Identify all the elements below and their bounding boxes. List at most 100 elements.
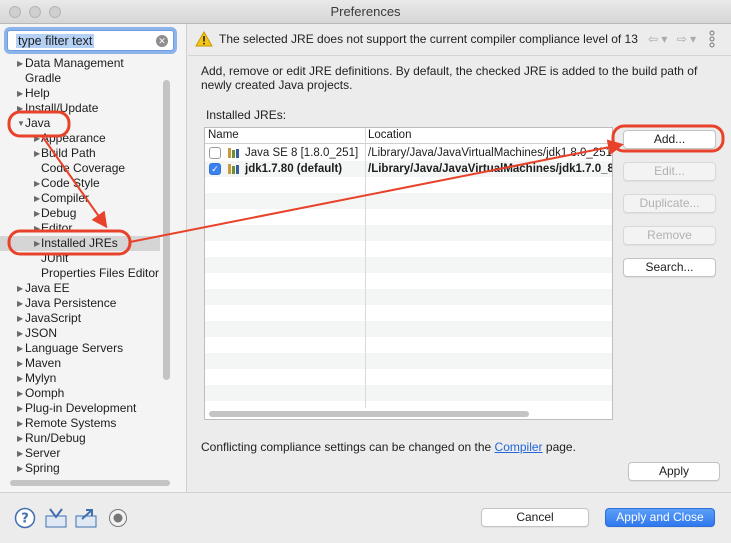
- search-jre-button[interactable]: Search...: [623, 258, 716, 277]
- add-jre-button[interactable]: Add...: [623, 130, 716, 149]
- tree-item[interactable]: ▶ Java Persistence: [0, 296, 160, 311]
- forward-arrow-icon[interactable]: ⇨ ▾: [677, 32, 696, 46]
- tree-item-label: Language Servers: [25, 341, 124, 355]
- tree-item-label: JSON: [25, 326, 58, 340]
- jre-name: Java SE 8 [1.8.0_251]: [245, 147, 359, 159]
- tree-item-label: Gradle: [25, 71, 62, 85]
- jre-library-icon: [228, 148, 239, 158]
- tree-item[interactable]: ▶ JavaScript: [0, 311, 160, 326]
- page-description: Add, remove or edit JRE definitions. By …: [201, 64, 698, 92]
- tree-item[interactable]: ▶ Remote Systems: [0, 416, 160, 431]
- tree-item[interactable]: ▶ Data Management: [0, 56, 160, 71]
- tree-item-label: Server: [25, 446, 61, 460]
- tree-item[interactable]: ▶ Code Style: [0, 176, 160, 191]
- tree-item[interactable]: JUnit: [0, 251, 160, 266]
- tree-item-label: Compiler: [41, 191, 90, 205]
- tree-item[interactable]: ▶ Help: [0, 86, 160, 101]
- tree-item-label: Plug-in Development: [25, 401, 137, 415]
- remove-jre-button[interactable]: Remove: [623, 226, 716, 245]
- installed-jres-table: Name Location Java SE 8 [1.8.0_251] /Libr…: [204, 127, 613, 420]
- duplicate-jre-button[interactable]: Duplicate...: [623, 194, 716, 213]
- apply-button[interactable]: Apply: [628, 462, 720, 481]
- tree-item[interactable]: ▶ Compiler: [0, 191, 160, 206]
- installed-jres-label: Installed JREs:: [206, 108, 287, 122]
- jre-default-checkbox[interactable]: [209, 147, 221, 159]
- tree-item[interactable]: ▼ Java: [0, 116, 160, 131]
- tree-item-label: Help: [25, 86, 50, 100]
- import-icon[interactable]: [44, 507, 68, 529]
- tree-item-label: Mylyn: [25, 371, 57, 385]
- title-bar: Preferences: [0, 0, 731, 24]
- export-icon[interactable]: [74, 507, 98, 529]
- tree-item[interactable]: ▶ Plug-in Development: [0, 401, 160, 416]
- tree-item[interactable]: Gradle: [0, 71, 160, 86]
- apply-and-close-button[interactable]: Apply and Close: [605, 508, 715, 527]
- jre-name: jdk1.7.80 (default): [245, 163, 343, 175]
- help-icon[interactable]: ?: [14, 507, 36, 529]
- filter-input[interactable]: type filter text ✕: [7, 30, 174, 51]
- tree-item-label: Appearance: [41, 131, 106, 145]
- tree-item-label: Maven: [25, 356, 62, 370]
- jre-location: /Library/Java/JavaVirtualMachines/jdk1.7…: [368, 163, 612, 175]
- compiler-link[interactable]: Compiler: [495, 440, 543, 454]
- tree-item-label: Debug: [41, 206, 77, 220]
- compliance-note-prefix: Conflicting compliance settings can be c…: [201, 440, 492, 454]
- tree-item[interactable]: ▶ Oomph: [0, 386, 160, 401]
- jre-library-icon: [228, 164, 239, 174]
- tree-item[interactable]: ▶ Appearance: [0, 131, 160, 146]
- tree-item[interactable]: ▶ Spring: [0, 461, 160, 476]
- dialog-button-bar: ? Cancel Apply and Close: [0, 492, 731, 543]
- tree-item[interactable]: ▶ Maven: [0, 356, 160, 371]
- tree-item-label: Java Persistence: [25, 296, 117, 310]
- tree-item[interactable]: Properties Files Editor: [0, 266, 160, 281]
- tree-item-label: Oomph: [25, 386, 65, 400]
- window-title: Preferences: [330, 4, 401, 19]
- tree-item[interactable]: ▶ Build Path: [0, 146, 160, 161]
- tree-item[interactable]: ▶ Mylyn: [0, 371, 160, 386]
- tree-item[interactable]: ▶ Server: [0, 446, 160, 461]
- tree-item-label: Install/Update: [25, 101, 99, 115]
- preferences-sidebar: type filter text ✕ ▶ Data Management Gradl…: [0, 24, 187, 492]
- tree-item[interactable]: ▶ Installed JREs: [0, 236, 160, 251]
- record-icon[interactable]: [108, 508, 128, 528]
- tree-item-label: Build Path: [41, 146, 96, 160]
- tree-horizontal-scrollbar[interactable]: [10, 480, 170, 486]
- tree-item[interactable]: ▶ Debug: [0, 206, 160, 221]
- edit-jre-button[interactable]: Edit...: [623, 162, 716, 181]
- jre-location: /Library/Java/JavaVirtualMachines/jdk1.8…: [368, 147, 612, 159]
- tree-item[interactable]: ▶ Language Servers: [0, 341, 160, 356]
- column-header-location[interactable]: Location: [368, 129, 411, 141]
- tree-item[interactable]: ▶ Run/Debug: [0, 431, 160, 446]
- compliance-note: Conflicting compliance settings can be c…: [201, 440, 576, 454]
- jre-row[interactable]: Java SE 8 [1.8.0_251] /Library/Java/JavaV…: [205, 145, 612, 161]
- tree-item-label: Java: [25, 116, 51, 130]
- tree-item-label: Properties Files Editor: [41, 266, 160, 280]
- tree-item-label: Java EE: [25, 281, 70, 295]
- jre-default-checkbox[interactable]: ✓: [209, 163, 221, 175]
- tree-item-label: Run/Debug: [25, 431, 86, 445]
- tree-item[interactable]: ▶ Install/Update: [0, 101, 160, 116]
- tree-item[interactable]: Code Coverage: [0, 161, 160, 176]
- warning-icon: [195, 31, 213, 47]
- tree-item-label: Installed JREs: [41, 236, 118, 250]
- compliance-note-suffix: page.: [545, 440, 576, 454]
- cancel-button[interactable]: Cancel: [481, 508, 589, 527]
- clear-filter-icon[interactable]: ✕: [156, 35, 168, 47]
- jre-row[interactable]: ✓ jdk1.7.80 (default) /Library/Java/JavaVi…: [205, 161, 612, 177]
- tree-vertical-scrollbar[interactable]: [161, 80, 171, 480]
- tree-item[interactable]: ▶ JSON: [0, 326, 160, 341]
- tree-item[interactable]: ▶ Editor: [0, 221, 160, 236]
- back-arrow-icon[interactable]: ⇦ ▾: [648, 32, 667, 46]
- tree-item[interactable]: ▶ Java EE: [0, 281, 160, 296]
- view-menu-icon[interactable]: [709, 30, 715, 48]
- svg-text:?: ?: [21, 512, 29, 527]
- filter-placeholder: type filter text: [16, 34, 95, 48]
- tree-item-label: Code Style: [41, 176, 100, 190]
- page-message-bar: The selected JRE does not support the cu…: [188, 24, 731, 56]
- tree-item-label: Editor: [41, 221, 73, 235]
- table-header: Name Location: [205, 128, 612, 144]
- column-header-name[interactable]: Name: [208, 129, 239, 141]
- tree-item-label: Remote Systems: [25, 416, 117, 430]
- table-horizontal-scrollbar[interactable]: [209, 411, 529, 417]
- warning-text: The selected JRE does not support the cu…: [219, 32, 638, 46]
